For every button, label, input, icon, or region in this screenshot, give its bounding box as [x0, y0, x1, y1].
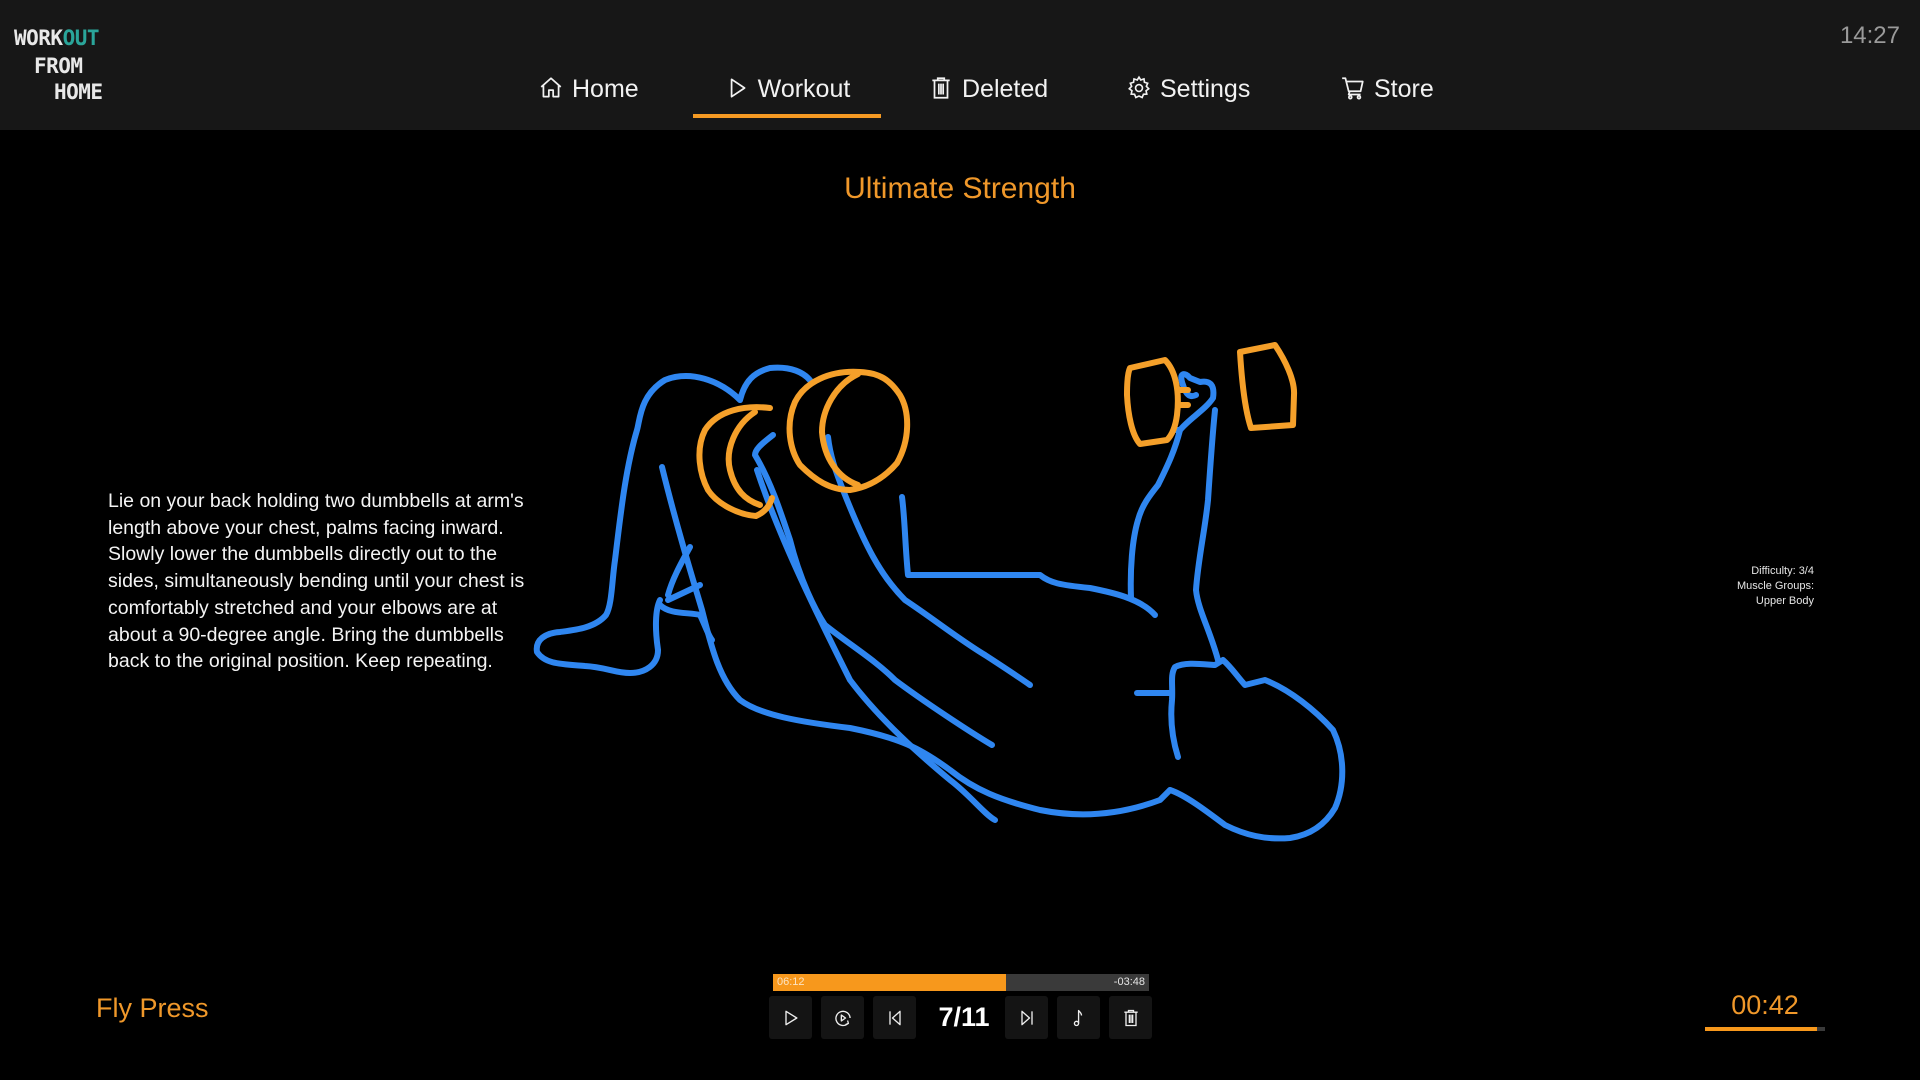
exercise-timer-bar: [1705, 1027, 1825, 1031]
dumbbell-right-plate-left: [1124, 357, 1181, 447]
skip-previous-icon: [888, 1010, 901, 1025]
trash-icon: [1123, 1009, 1138, 1026]
exercise-name: Fly Press: [96, 993, 209, 1023]
delete-button[interactable]: [1109, 996, 1152, 1039]
replay-button[interactable]: [821, 996, 864, 1039]
next-button[interactable]: [1005, 996, 1048, 1039]
play-button[interactable]: [769, 996, 812, 1039]
exercise-timer-fill: [1705, 1027, 1817, 1031]
figure-arm-right: [1127, 427, 1183, 601]
remaining-time: -03:48: [1113, 976, 1145, 988]
previous-button[interactable]: [873, 996, 916, 1039]
music-button[interactable]: [1057, 996, 1100, 1039]
skip-next-icon: [1020, 1010, 1033, 1025]
play-icon: [784, 1010, 797, 1025]
elapsed-time: 06:12: [777, 976, 805, 988]
figure-head: [1167, 657, 1346, 842]
exercise-timer: 00:42: [1731, 990, 1799, 1020]
figure-arm-right-outer: [1193, 407, 1221, 663]
exercise-illustration: [533, 342, 1346, 842]
workout-progress-bar[interactable]: 06:12 -03:48: [773, 974, 1149, 991]
figure-outline: [533, 364, 1346, 842]
exercise-counter: 7/11: [938, 1002, 990, 1032]
dumbbell-left-plate-front: [786, 368, 911, 493]
dumbbell-right-plate-right: [1237, 342, 1298, 431]
figure-torso: [899, 494, 1158, 618]
progress-fill: [773, 974, 1007, 991]
music-note-icon: [1073, 1009, 1082, 1026]
figure-leg-inner: [659, 464, 1173, 818]
figure-arm-left-upper: [754, 467, 998, 823]
replay-icon: [834, 1010, 851, 1026]
dumbbell-left-plate-front-inner: [819, 371, 861, 488]
